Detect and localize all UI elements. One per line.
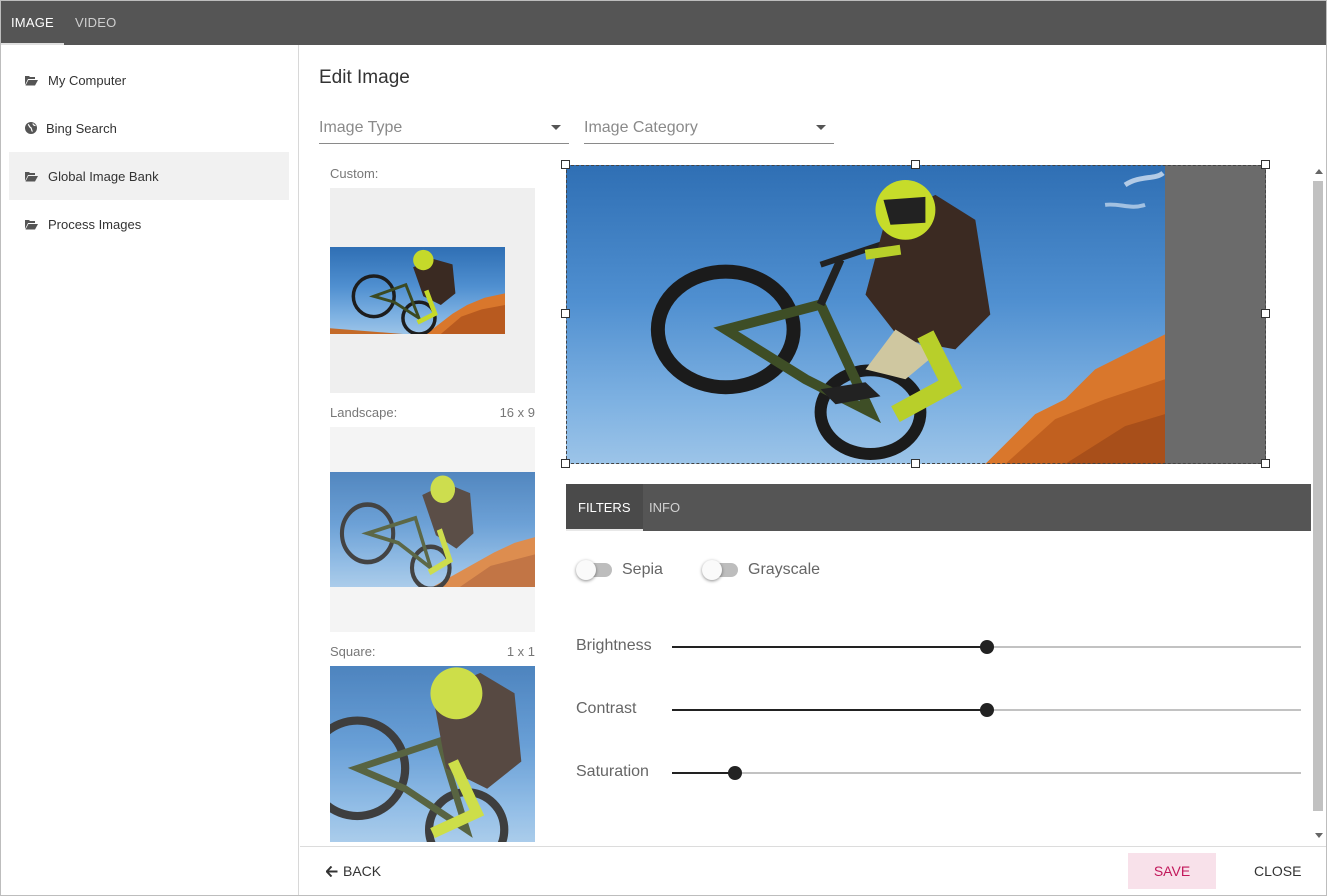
source-sidebar: My Computer Bing Search Global Image Ban… (1, 45, 299, 895)
slider-thumb[interactable] (979, 703, 994, 717)
back-button[interactable]: BACK (326, 853, 381, 889)
sidebar-item-bing-search[interactable]: Bing Search (9, 104, 289, 152)
preview-custom-image (330, 247, 505, 334)
grayscale-label: Grayscale (748, 561, 821, 578)
image-category-select[interactable]: Image Category (584, 114, 834, 144)
edited-image (566, 165, 1165, 464)
crop-handle-bottom-left[interactable] (561, 459, 570, 468)
crop-handle-top-left[interactable] (561, 160, 570, 169)
top-tab-bar: IMAGE VIDEO (1, 1, 1326, 45)
preview-square[interactable] (330, 666, 535, 842)
scroll-down-icon[interactable] (1315, 833, 1323, 838)
close-button[interactable]: CLOSE (1254, 853, 1301, 889)
sepia-toggle[interactable]: Sepia (576, 559, 663, 581)
preview-label-square: Square: (330, 644, 376, 659)
folder-open-icon (24, 171, 38, 182)
folder-open-icon (24, 219, 38, 230)
image-type-select[interactable]: Image Type (319, 114, 569, 144)
preview-landscape-image (330, 472, 535, 587)
sidebar-item-label: Bing Search (46, 120, 117, 136)
preview-custom[interactable] (330, 188, 535, 393)
sepia-label: Sepia (622, 561, 663, 578)
brightness-slider[interactable] (672, 637, 1301, 657)
crop-handle-left[interactable] (561, 309, 570, 318)
contrast-label: Contrast (576, 700, 637, 717)
image-category-placeholder: Image Category (584, 119, 698, 136)
tab-image[interactable]: IMAGE (1, 1, 64, 45)
back-label: BACK (343, 863, 382, 879)
crop-handle-top-right[interactable] (1261, 160, 1270, 169)
crop-handle-right[interactable] (1261, 309, 1270, 318)
image-type-placeholder: Image Type (319, 119, 403, 136)
brightness-label: Brightness (576, 637, 652, 654)
scroll-up-icon[interactable] (1315, 169, 1323, 174)
crop-handle-top[interactable] (911, 160, 920, 169)
sepia-switch[interactable] (576, 560, 612, 580)
saturation-slider[interactable] (672, 763, 1301, 783)
slider-thumb[interactable] (979, 640, 994, 654)
crop-handle-bottom[interactable] (911, 459, 920, 468)
grayscale-toggle[interactable]: Grayscale (702, 559, 821, 581)
preview-label-landscape: Landscape: (330, 405, 398, 420)
slider-fill (672, 709, 987, 711)
preview-label-custom: Custom: (330, 166, 379, 181)
sidebar-item-global-image-bank[interactable]: Global Image Bank (9, 152, 289, 200)
chevron-down-icon (551, 125, 561, 130)
sidebar-item-process-images[interactable]: Process Images (9, 200, 289, 248)
save-button[interactable]: SAVE (1128, 853, 1216, 889)
saturation-label: Saturation (576, 763, 649, 780)
chevron-down-icon (816, 125, 826, 130)
sidebar-item-label: Global Image Bank (48, 168, 159, 184)
globe-icon (24, 122, 38, 134)
page-title: Edit Image (319, 67, 410, 88)
switch-knob (576, 560, 596, 580)
slider-rail (672, 772, 1301, 774)
sidebar-item-label: My Computer (48, 72, 127, 88)
preview-ratio-square: 1 x 1 (506, 644, 535, 659)
switch-knob (702, 560, 722, 580)
preview-square-image (330, 666, 535, 842)
scrollbar-thumb[interactable] (1313, 181, 1323, 811)
editor-scrollbar[interactable] (1311, 165, 1327, 842)
tab-info[interactable]: INFO (649, 484, 680, 531)
grayscale-switch[interactable] (702, 560, 738, 580)
slider-fill (672, 646, 987, 648)
tab-video[interactable]: VIDEO (75, 1, 116, 45)
preview-ratio-landscape: 16 x 9 (499, 405, 535, 420)
preview-landscape[interactable] (330, 427, 535, 632)
sidebar-item-my-computer[interactable]: My Computer (9, 56, 289, 104)
crop-canvas[interactable] (566, 165, 1266, 464)
crop-handle-bottom-right[interactable] (1261, 459, 1270, 468)
slider-fill (672, 772, 735, 774)
filters-tab-bar: FILTERS INFO (566, 484, 1311, 531)
slider-thumb[interactable] (727, 766, 742, 780)
sidebar-item-label: Process Images (48, 216, 142, 232)
tab-filters[interactable]: FILTERS (566, 484, 643, 531)
folder-open-icon (24, 75, 38, 86)
contrast-slider[interactable] (672, 700, 1301, 720)
arrow-left-icon (326, 865, 338, 877)
